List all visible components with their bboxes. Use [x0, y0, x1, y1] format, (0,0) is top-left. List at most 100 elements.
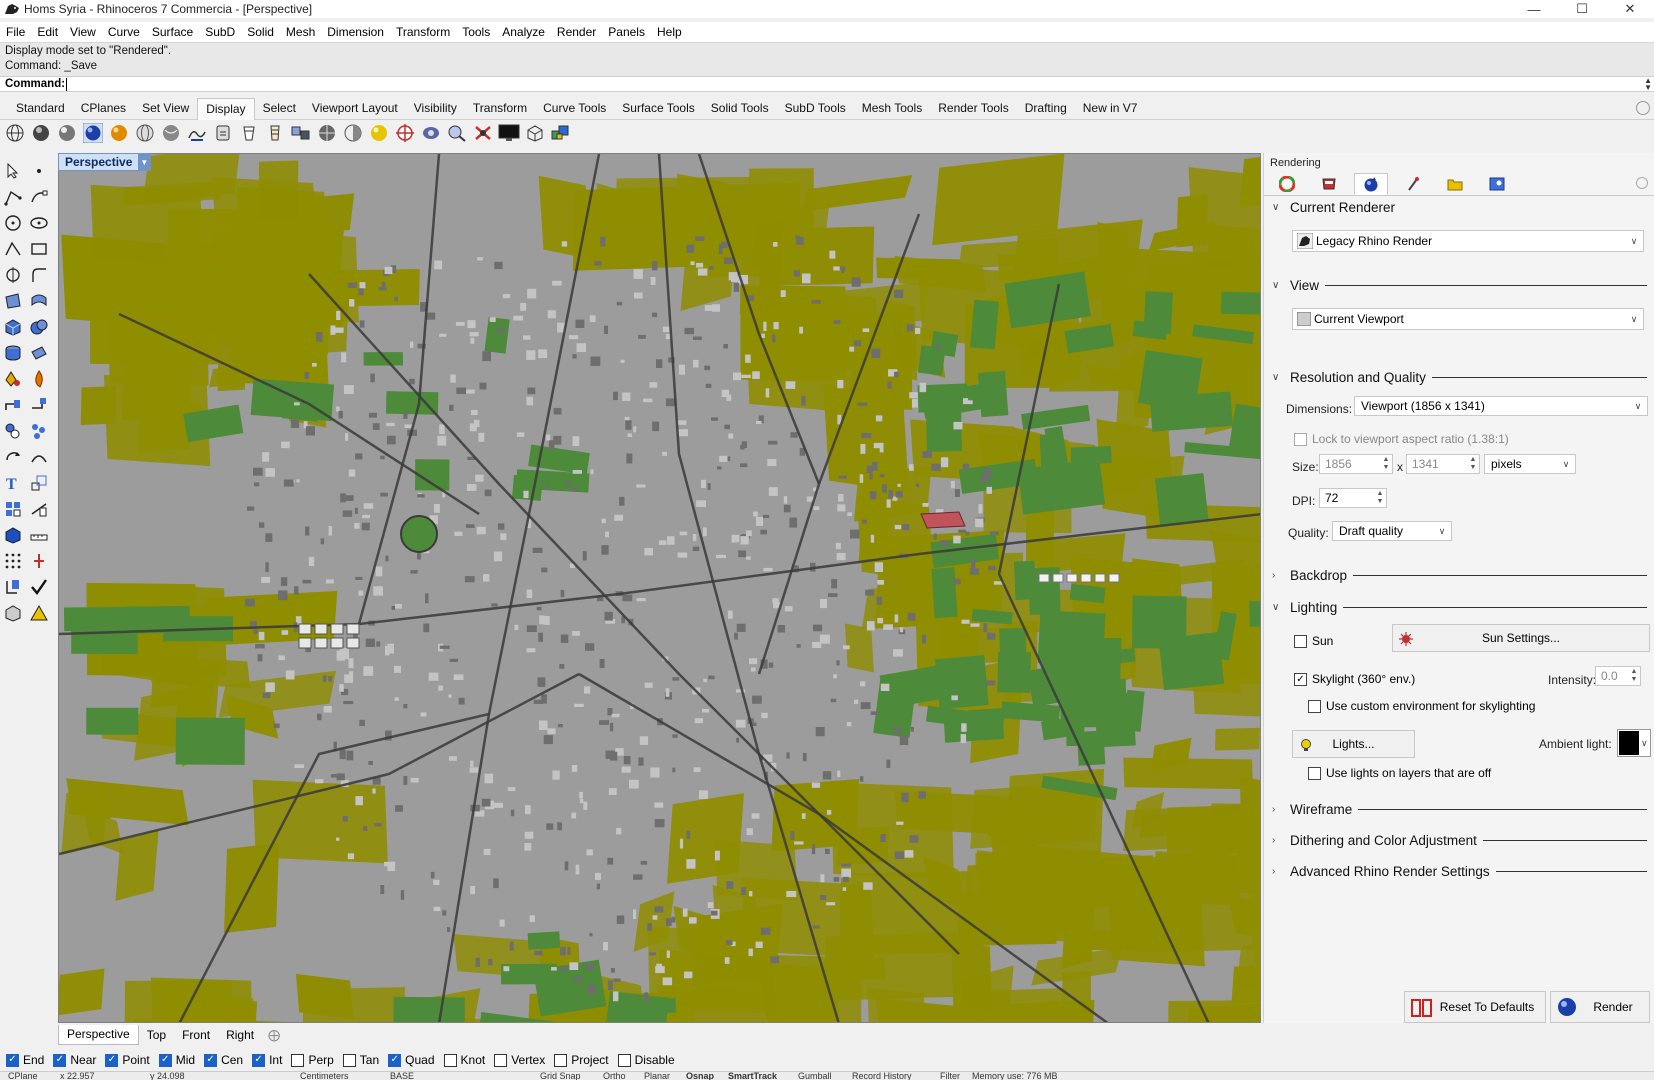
intensity-stepper[interactable]: 0.0 ▲ ▼: [1595, 666, 1641, 686]
move-icon[interactable]: [2, 394, 24, 416]
wireframe-sphere-icon[interactable]: [4, 122, 26, 144]
check-icon[interactable]: [28, 576, 50, 598]
checkbox-box[interactable]: [1294, 432, 1307, 446]
select-arrow-icon[interactable]: [2, 160, 24, 182]
lock-aspect-ratio-checkbox[interactable]: Lock to viewport aspect ratio (1.38:1): [1294, 432, 1509, 446]
paint-icon[interactable]: [1396, 173, 1430, 195]
collapse-chevron-icon[interactable]: ∨: [1272, 280, 1284, 291]
section-current-renderer[interactable]: ∨ Current Renderer: [1272, 200, 1647, 215]
tab-select[interactable]: Select: [255, 98, 304, 119]
tab-render-tools[interactable]: Render Tools: [930, 98, 1017, 119]
ruler-icon[interactable]: [28, 524, 50, 546]
menu-subd[interactable]: SubD: [199, 22, 241, 42]
menu-panels[interactable]: Panels: [602, 22, 651, 42]
ellipse-icon[interactable]: [28, 212, 50, 234]
arctic-view-icon[interactable]: [264, 122, 286, 144]
xray-sphere-icon[interactable]: [160, 122, 182, 144]
grid-points-icon[interactable]: [2, 550, 24, 572]
polyline-icon[interactable]: [2, 186, 24, 208]
tab-transform[interactable]: Transform: [465, 98, 535, 119]
command-prompt[interactable]: Command: ▲ ▼: [0, 76, 1654, 92]
status-record-history[interactable]: Record History: [852, 1072, 912, 1080]
expand-chevron-icon[interactable]: ›: [1272, 835, 1284, 846]
checkbox-box[interactable]: [1294, 634, 1307, 648]
osnap-disable[interactable]: Disable: [617, 1053, 675, 1067]
osnap-checkbox[interactable]: ✓: [204, 1053, 218, 1067]
menu-mesh[interactable]: Mesh: [280, 22, 321, 42]
checkbox-box[interactable]: [1308, 699, 1321, 713]
menu-help[interactable]: Help: [651, 22, 688, 42]
osnap-checkbox[interactable]: ✓: [6, 1053, 19, 1067]
points-on-icon[interactable]: [28, 420, 50, 442]
height-stepper[interactable]: 1341 ▲ ▼: [1406, 454, 1480, 474]
text-icon[interactable]: T: [2, 472, 24, 494]
osnap-checkbox[interactable]: [443, 1053, 457, 1067]
osnap-checkbox[interactable]: ✓: [105, 1053, 119, 1067]
osnap-checkbox[interactable]: [617, 1053, 631, 1067]
command-input-caret[interactable]: [66, 78, 67, 91]
expand-chevron-icon[interactable]: ›: [1272, 804, 1284, 815]
scale-icon[interactable]: [28, 472, 50, 494]
osnap-project[interactable]: Project: [554, 1053, 609, 1067]
sun-checkbox[interactable]: Sun: [1294, 634, 1333, 648]
osnap-cen[interactable]: ✓ Cen: [204, 1053, 243, 1067]
stepper-arrows-icon[interactable]: ▲ ▼: [1380, 456, 1392, 472]
checkbox-box[interactable]: [1308, 766, 1321, 780]
tab-cplanes[interactable]: CPlanes: [73, 98, 134, 119]
add-viewport-icon[interactable]: ⨁: [262, 1028, 286, 1042]
size-units-dropdown[interactable]: pixels ∨: [1484, 454, 1576, 474]
menu-dimension[interactable]: Dimension: [321, 22, 390, 42]
viewport-title-label[interactable]: Perspective: [59, 155, 138, 169]
rendered-city-map[interactable]: [59, 154, 1261, 1023]
section-backdrop[interactable]: › Backdrop: [1272, 568, 1647, 583]
dimension-icon[interactable]: [28, 498, 50, 520]
viewport-title[interactable]: Perspective ▼: [58, 153, 152, 171]
close-icon[interactable]: ✕: [1606, 0, 1654, 18]
render-button[interactable]: Render: [1550, 991, 1650, 1023]
osnap-checkbox[interactable]: ✓: [388, 1053, 402, 1067]
analyze-icon[interactable]: [2, 602, 24, 624]
menu-curve[interactable]: Curve: [102, 22, 146, 42]
status-planar[interactable]: Planar: [644, 1072, 670, 1080]
status-layer[interactable]: BASE: [390, 1072, 414, 1080]
split-curve-icon[interactable]: [28, 446, 50, 468]
arc-icon[interactable]: [2, 238, 24, 260]
folder-icon[interactable]: [1438, 173, 1472, 195]
image-icon[interactable]: [1480, 173, 1514, 195]
zoom-lens-icon[interactable]: [446, 122, 468, 144]
reset-to-defaults-button[interactable]: Reset To Defaults: [1404, 991, 1546, 1023]
expand-chevron-icon[interactable]: ›: [1272, 570, 1284, 581]
polygon-icon[interactable]: [2, 264, 24, 286]
render-flame-icon[interactable]: [28, 368, 50, 390]
status-gumball[interactable]: Gumball: [798, 1072, 832, 1080]
osnap-tan[interactable]: Tan: [342, 1053, 379, 1067]
status-smarttrack[interactable]: SmartTrack: [728, 1072, 777, 1080]
view-dropdown[interactable]: Current Viewport ∨: [1292, 308, 1644, 330]
stepper-arrows-icon[interactable]: ▲ ▼: [1374, 490, 1386, 506]
menu-tools[interactable]: Tools: [456, 22, 496, 42]
fillet-curve-icon[interactable]: [28, 264, 50, 286]
osnap-checkbox[interactable]: ✓: [252, 1053, 266, 1067]
loft-surface-icon[interactable]: [28, 290, 50, 312]
material-icon[interactable]: [1312, 173, 1346, 195]
shaded-sphere-icon[interactable]: [30, 122, 52, 144]
menu-transform[interactable]: Transform: [390, 22, 456, 42]
width-stepper[interactable]: 1856 ▲ ▼: [1319, 454, 1393, 474]
pen-view-icon[interactable]: [238, 122, 260, 144]
tab-viewport-layout[interactable]: Viewport Layout: [304, 98, 406, 119]
circle-icon[interactable]: [2, 212, 24, 234]
array-icon[interactable]: [2, 498, 24, 520]
osnap-int[interactable]: ✓ Int: [252, 1053, 282, 1067]
box-icon[interactable]: [2, 316, 24, 338]
edit-points-icon[interactable]: [2, 576, 24, 598]
osnap-perp[interactable]: Perp: [291, 1053, 334, 1067]
osnap-vertex[interactable]: Vertex: [494, 1053, 545, 1067]
tab-mesh-tools[interactable]: Mesh Tools: [854, 98, 930, 119]
checkbox-box[interactable]: ✓: [1294, 672, 1307, 686]
section-advanced-render-settings[interactable]: › Advanced Rhino Render Settings: [1272, 864, 1647, 879]
expand-chevron-icon[interactable]: ›: [1272, 866, 1284, 877]
skylight-checkbox[interactable]: ✓ Skylight (360° env.): [1294, 672, 1415, 686]
ambient-color-picker[interactable]: ∨: [1617, 729, 1651, 757]
status-filter[interactable]: Filter: [940, 1072, 960, 1080]
tab-curve-tools[interactable]: Curve Tools: [535, 98, 614, 119]
